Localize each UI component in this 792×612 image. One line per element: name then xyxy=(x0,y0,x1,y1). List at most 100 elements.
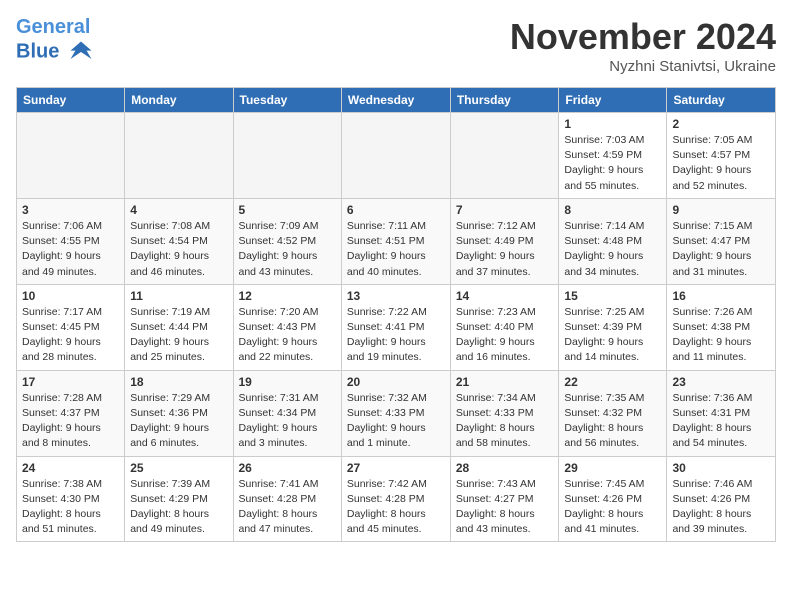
day-info: Sunrise: 7:46 AM Sunset: 4:26 PM Dayligh… xyxy=(672,477,770,538)
empty-cell xyxy=(233,113,341,199)
day-number: 17 xyxy=(22,375,119,389)
day-number: 30 xyxy=(672,461,770,475)
day-number: 6 xyxy=(347,203,445,217)
location-subtitle: Nyzhni Stanivtsi, Ukraine xyxy=(510,58,776,75)
day-number: 21 xyxy=(456,375,554,389)
day-cell-16: 16 Sunrise: 7:26 AM Sunset: 4:38 PM Dayli… xyxy=(667,284,776,370)
day-number: 11 xyxy=(130,289,227,303)
day-number: 15 xyxy=(564,289,661,303)
day-header-monday: Monday xyxy=(125,88,233,113)
day-cell-5: 5Sunrise: 7:09 AM Sunset: 4:52 PM Daylig… xyxy=(233,198,341,284)
day-info: Sunrise: 7:12 AM Sunset: 4:49 PM Dayligh… xyxy=(456,219,554,280)
day-header-sunday: Sunday xyxy=(17,88,125,113)
day-cell-20: 20Sunrise: 7:32 AM Sunset: 4:33 PM Dayli… xyxy=(341,370,450,456)
day-info: Sunrise: 7:08 AM Sunset: 4:54 PM Dayligh… xyxy=(130,219,227,280)
day-cell-2: 2 Sunrise: 7:05 AM Sunset: 4:57 PM Daylig… xyxy=(667,113,776,199)
week-row-5: 24Sunrise: 7:38 AM Sunset: 4:30 PM Dayli… xyxy=(17,456,776,542)
day-info: Sunrise: 7:20 AM Sunset: 4:43 PM Dayligh… xyxy=(239,305,336,366)
day-number: 14 xyxy=(456,289,554,303)
empty-cell xyxy=(17,113,125,199)
day-header-tuesday: Tuesday xyxy=(233,88,341,113)
day-cell-3: 3 Sunrise: 7:06 AM Sunset: 4:55 PM Daylig… xyxy=(17,198,125,284)
week-row-4: 17 Sunrise: 7:28 AM Sunset: 4:37 PM Dayli… xyxy=(17,370,776,456)
day-cell-11: 11 Sunrise: 7:19 AM Sunset: 4:44 PM Dayli… xyxy=(125,284,233,370)
day-info: Sunrise: 7:11 AM Sunset: 4:51 PM Dayligh… xyxy=(347,219,445,280)
day-number: 2 xyxy=(672,117,770,131)
day-cell-13: 13 Sunrise: 7:22 AM Sunset: 4:41 PM Dayli… xyxy=(341,284,450,370)
day-info: Sunrise: 7:36 AM Sunset: 4:31 PM Dayligh… xyxy=(672,391,770,452)
day-info: Sunrise: 7:23 AM Sunset: 4:40 PM Dayligh… xyxy=(456,305,554,366)
day-info: Sunrise: 7:19 AM Sunset: 4:44 PM Dayligh… xyxy=(130,305,227,366)
day-number: 24 xyxy=(22,461,119,475)
day-info: Sunrise: 7:43 AM Sunset: 4:27 PM Dayligh… xyxy=(456,477,554,538)
day-info: Sunrise: 7:05 AM Sunset: 4:57 PM Dayligh… xyxy=(672,133,770,194)
day-number: 13 xyxy=(347,289,445,303)
day-info: Sunrise: 7:39 AM Sunset: 4:29 PM Dayligh… xyxy=(130,477,227,538)
logo-text: General xyxy=(16,16,95,38)
day-cell-27: 27Sunrise: 7:42 AM Sunset: 4:28 PM Dayli… xyxy=(341,456,450,542)
day-number: 18 xyxy=(130,375,227,389)
calendar-table: SundayMondayTuesdayWednesdayThursdayFrid… xyxy=(16,87,776,542)
day-cell-9: 9 Sunrise: 7:15 AM Sunset: 4:47 PM Daylig… xyxy=(667,198,776,284)
day-number: 7 xyxy=(456,203,554,217)
day-cell-22: 22 Sunrise: 7:35 AM Sunset: 4:32 PM Dayli… xyxy=(559,370,667,456)
day-cell-21: 21Sunrise: 7:34 AM Sunset: 4:33 PM Dayli… xyxy=(450,370,559,456)
day-number: 19 xyxy=(239,375,336,389)
day-number: 23 xyxy=(672,375,770,389)
day-info: Sunrise: 7:29 AM Sunset: 4:36 PM Dayligh… xyxy=(130,391,227,452)
day-info: Sunrise: 7:03 AM Sunset: 4:59 PM Dayligh… xyxy=(564,133,661,194)
day-cell-19: 19 Sunrise: 7:31 AM Sunset: 4:34 PM Dayli… xyxy=(233,370,341,456)
logo-text2: Blue xyxy=(16,38,95,66)
week-row-1: 1 Sunrise: 7:03 AM Sunset: 4:59 PM Daylig… xyxy=(17,113,776,199)
day-info: Sunrise: 7:26 AM Sunset: 4:38 PM Dayligh… xyxy=(672,305,770,366)
week-row-2: 3 Sunrise: 7:06 AM Sunset: 4:55 PM Daylig… xyxy=(17,198,776,284)
day-header-friday: Friday xyxy=(559,88,667,113)
day-cell-24: 24Sunrise: 7:38 AM Sunset: 4:30 PM Dayli… xyxy=(17,456,125,542)
day-cell-8: 8Sunrise: 7:14 AM Sunset: 4:48 PM Daylig… xyxy=(559,198,667,284)
day-cell-14: 14 Sunrise: 7:23 AM Sunset: 4:40 PM Dayli… xyxy=(450,284,559,370)
calendar-header-row: SundayMondayTuesdayWednesdayThursdayFrid… xyxy=(17,88,776,113)
day-number: 28 xyxy=(456,461,554,475)
day-info: Sunrise: 7:06 AM Sunset: 4:55 PM Dayligh… xyxy=(22,219,119,280)
day-info: Sunrise: 7:25 AM Sunset: 4:39 PM Dayligh… xyxy=(564,305,661,366)
day-cell-7: 7 Sunrise: 7:12 AM Sunset: 4:49 PM Daylig… xyxy=(450,198,559,284)
day-info: Sunrise: 7:35 AM Sunset: 4:32 PM Dayligh… xyxy=(564,391,661,452)
day-number: 29 xyxy=(564,461,661,475)
month-title: November 2024 xyxy=(510,16,776,58)
day-cell-17: 17 Sunrise: 7:28 AM Sunset: 4:37 PM Dayli… xyxy=(17,370,125,456)
calendar-body: 1 Sunrise: 7:03 AM Sunset: 4:59 PM Daylig… xyxy=(17,113,776,542)
day-number: 9 xyxy=(672,203,770,217)
day-number: 25 xyxy=(130,461,227,475)
day-number: 5 xyxy=(239,203,336,217)
week-row-3: 10Sunrise: 7:17 AM Sunset: 4:45 PM Dayli… xyxy=(17,284,776,370)
day-number: 22 xyxy=(564,375,661,389)
day-number: 3 xyxy=(22,203,119,217)
logo: General Blue xyxy=(16,16,95,66)
day-cell-23: 23 Sunrise: 7:36 AM Sunset: 4:31 PM Dayli… xyxy=(667,370,776,456)
page-header: General Blue November 2024 Nyzhni Staniv… xyxy=(16,16,776,75)
day-cell-26: 26Sunrise: 7:41 AM Sunset: 4:28 PM Dayli… xyxy=(233,456,341,542)
day-header-thursday: Thursday xyxy=(450,88,559,113)
title-block: November 2024 Nyzhni Stanivtsi, Ukraine xyxy=(510,16,776,75)
day-cell-18: 18 Sunrise: 7:29 AM Sunset: 4:36 PM Dayli… xyxy=(125,370,233,456)
day-info: Sunrise: 7:31 AM Sunset: 4:34 PM Dayligh… xyxy=(239,391,336,452)
day-info: Sunrise: 7:28 AM Sunset: 4:37 PM Dayligh… xyxy=(22,391,119,452)
day-cell-15: 15 Sunrise: 7:25 AM Sunset: 4:39 PM Dayli… xyxy=(559,284,667,370)
day-info: Sunrise: 7:17 AM Sunset: 4:45 PM Dayligh… xyxy=(22,305,119,366)
empty-cell xyxy=(125,113,233,199)
day-cell-30: 30 Sunrise: 7:46 AM Sunset: 4:26 PM Dayli… xyxy=(667,456,776,542)
day-number: 1 xyxy=(564,117,661,131)
day-header-saturday: Saturday xyxy=(667,88,776,113)
day-info: Sunrise: 7:41 AM Sunset: 4:28 PM Dayligh… xyxy=(239,477,336,538)
empty-cell xyxy=(341,113,450,199)
day-number: 20 xyxy=(347,375,445,389)
empty-cell xyxy=(450,113,559,199)
day-info: Sunrise: 7:15 AM Sunset: 4:47 PM Dayligh… xyxy=(672,219,770,280)
day-info: Sunrise: 7:45 AM Sunset: 4:26 PM Dayligh… xyxy=(564,477,661,538)
day-cell-28: 28 Sunrise: 7:43 AM Sunset: 4:27 PM Dayli… xyxy=(450,456,559,542)
day-info: Sunrise: 7:14 AM Sunset: 4:48 PM Dayligh… xyxy=(564,219,661,280)
day-info: Sunrise: 7:42 AM Sunset: 4:28 PM Dayligh… xyxy=(347,477,445,538)
day-info: Sunrise: 7:22 AM Sunset: 4:41 PM Dayligh… xyxy=(347,305,445,366)
day-number: 16 xyxy=(672,289,770,303)
day-cell-25: 25 Sunrise: 7:39 AM Sunset: 4:29 PM Dayli… xyxy=(125,456,233,542)
